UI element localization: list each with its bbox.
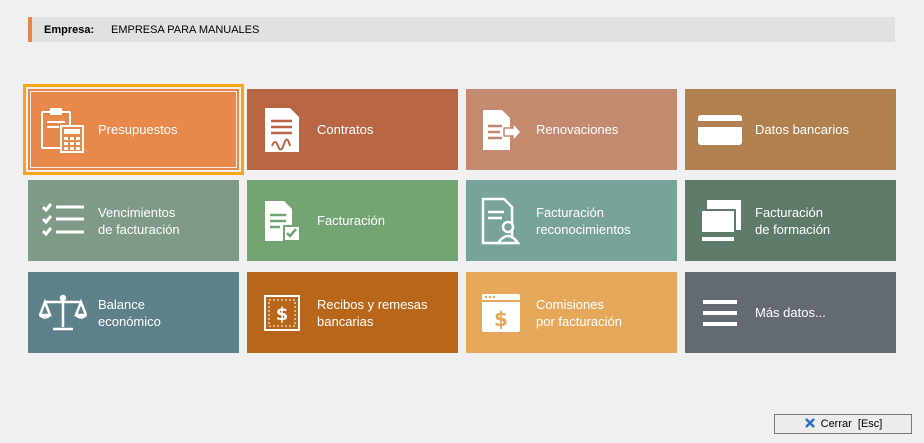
tile-label: Balance económico (98, 296, 161, 329)
company-label: Empresa: (44, 23, 95, 36)
close-button[interactable]: Cerrar [Esc] (774, 414, 912, 434)
tile-vencimientos[interactable]: Vencimientos de facturación (28, 180, 239, 261)
document-person-icon (466, 180, 536, 261)
tile-label: Recibos y remesas bancarias (317, 296, 428, 329)
tile-facturacion[interactable]: Facturación (247, 180, 458, 261)
tile-contratos[interactable]: Contratos (247, 89, 458, 170)
credit-card-icon (685, 89, 755, 170)
tile-presupuestos[interactable]: Presupuestos (23, 84, 244, 175)
company-bar: Empresa: EMPRESA PARA MANUALES (28, 17, 895, 42)
tile-label: Más datos... (755, 305, 826, 320)
svg-text:$: $ (276, 304, 289, 325)
tile-label: Comisiones por facturación (536, 296, 622, 329)
close-button-label: Cerrar [Esc] (820, 418, 883, 430)
balance-scale-icon (28, 272, 98, 353)
tile-label: Presupuestos (98, 122, 178, 137)
dollar-window-icon: $ (466, 272, 536, 353)
tile-datos-bancarios[interactable]: Datos bancarios (685, 89, 896, 170)
invoice-check-icon (247, 180, 317, 261)
tile-facturacion-formacion[interactable]: Facturación de formación (685, 180, 896, 261)
clipboard-calculator-icon (28, 89, 98, 170)
tile-mas-datos[interactable]: Más datos... (685, 272, 896, 353)
tile-label: Facturación reconocimientos (536, 204, 631, 237)
checklist-icon (28, 180, 98, 261)
tile-label: Facturación (317, 213, 385, 228)
document-arrow-icon (466, 89, 536, 170)
tile-label: Facturación de formación (755, 204, 831, 237)
tile-label: Vencimientos de facturación (98, 204, 180, 237)
tile-renovaciones[interactable]: Renovaciones (466, 89, 677, 170)
menu-lines-icon (685, 272, 755, 353)
tile-comisiones[interactable]: $ Comisiones por facturación (466, 272, 677, 353)
company-value: EMPRESA PARA MANUALES (111, 23, 260, 36)
tile-label: Contratos (317, 122, 374, 137)
tile-balance-economico[interactable]: Balance económico (28, 272, 239, 353)
tile-label: Datos bancarios (755, 122, 849, 137)
tile-recibos-remesas[interactable]: $ Recibos y remesas bancarias (247, 272, 458, 353)
svg-text:$: $ (494, 307, 508, 331)
close-x-icon (804, 417, 816, 432)
tile-facturacion-reconocimientos[interactable]: Facturación reconocimientos (466, 180, 677, 261)
books-icon (685, 180, 755, 261)
contract-signature-icon (247, 89, 317, 170)
tile-label: Renovaciones (536, 122, 619, 137)
dollar-receipt-icon: $ (247, 272, 317, 353)
